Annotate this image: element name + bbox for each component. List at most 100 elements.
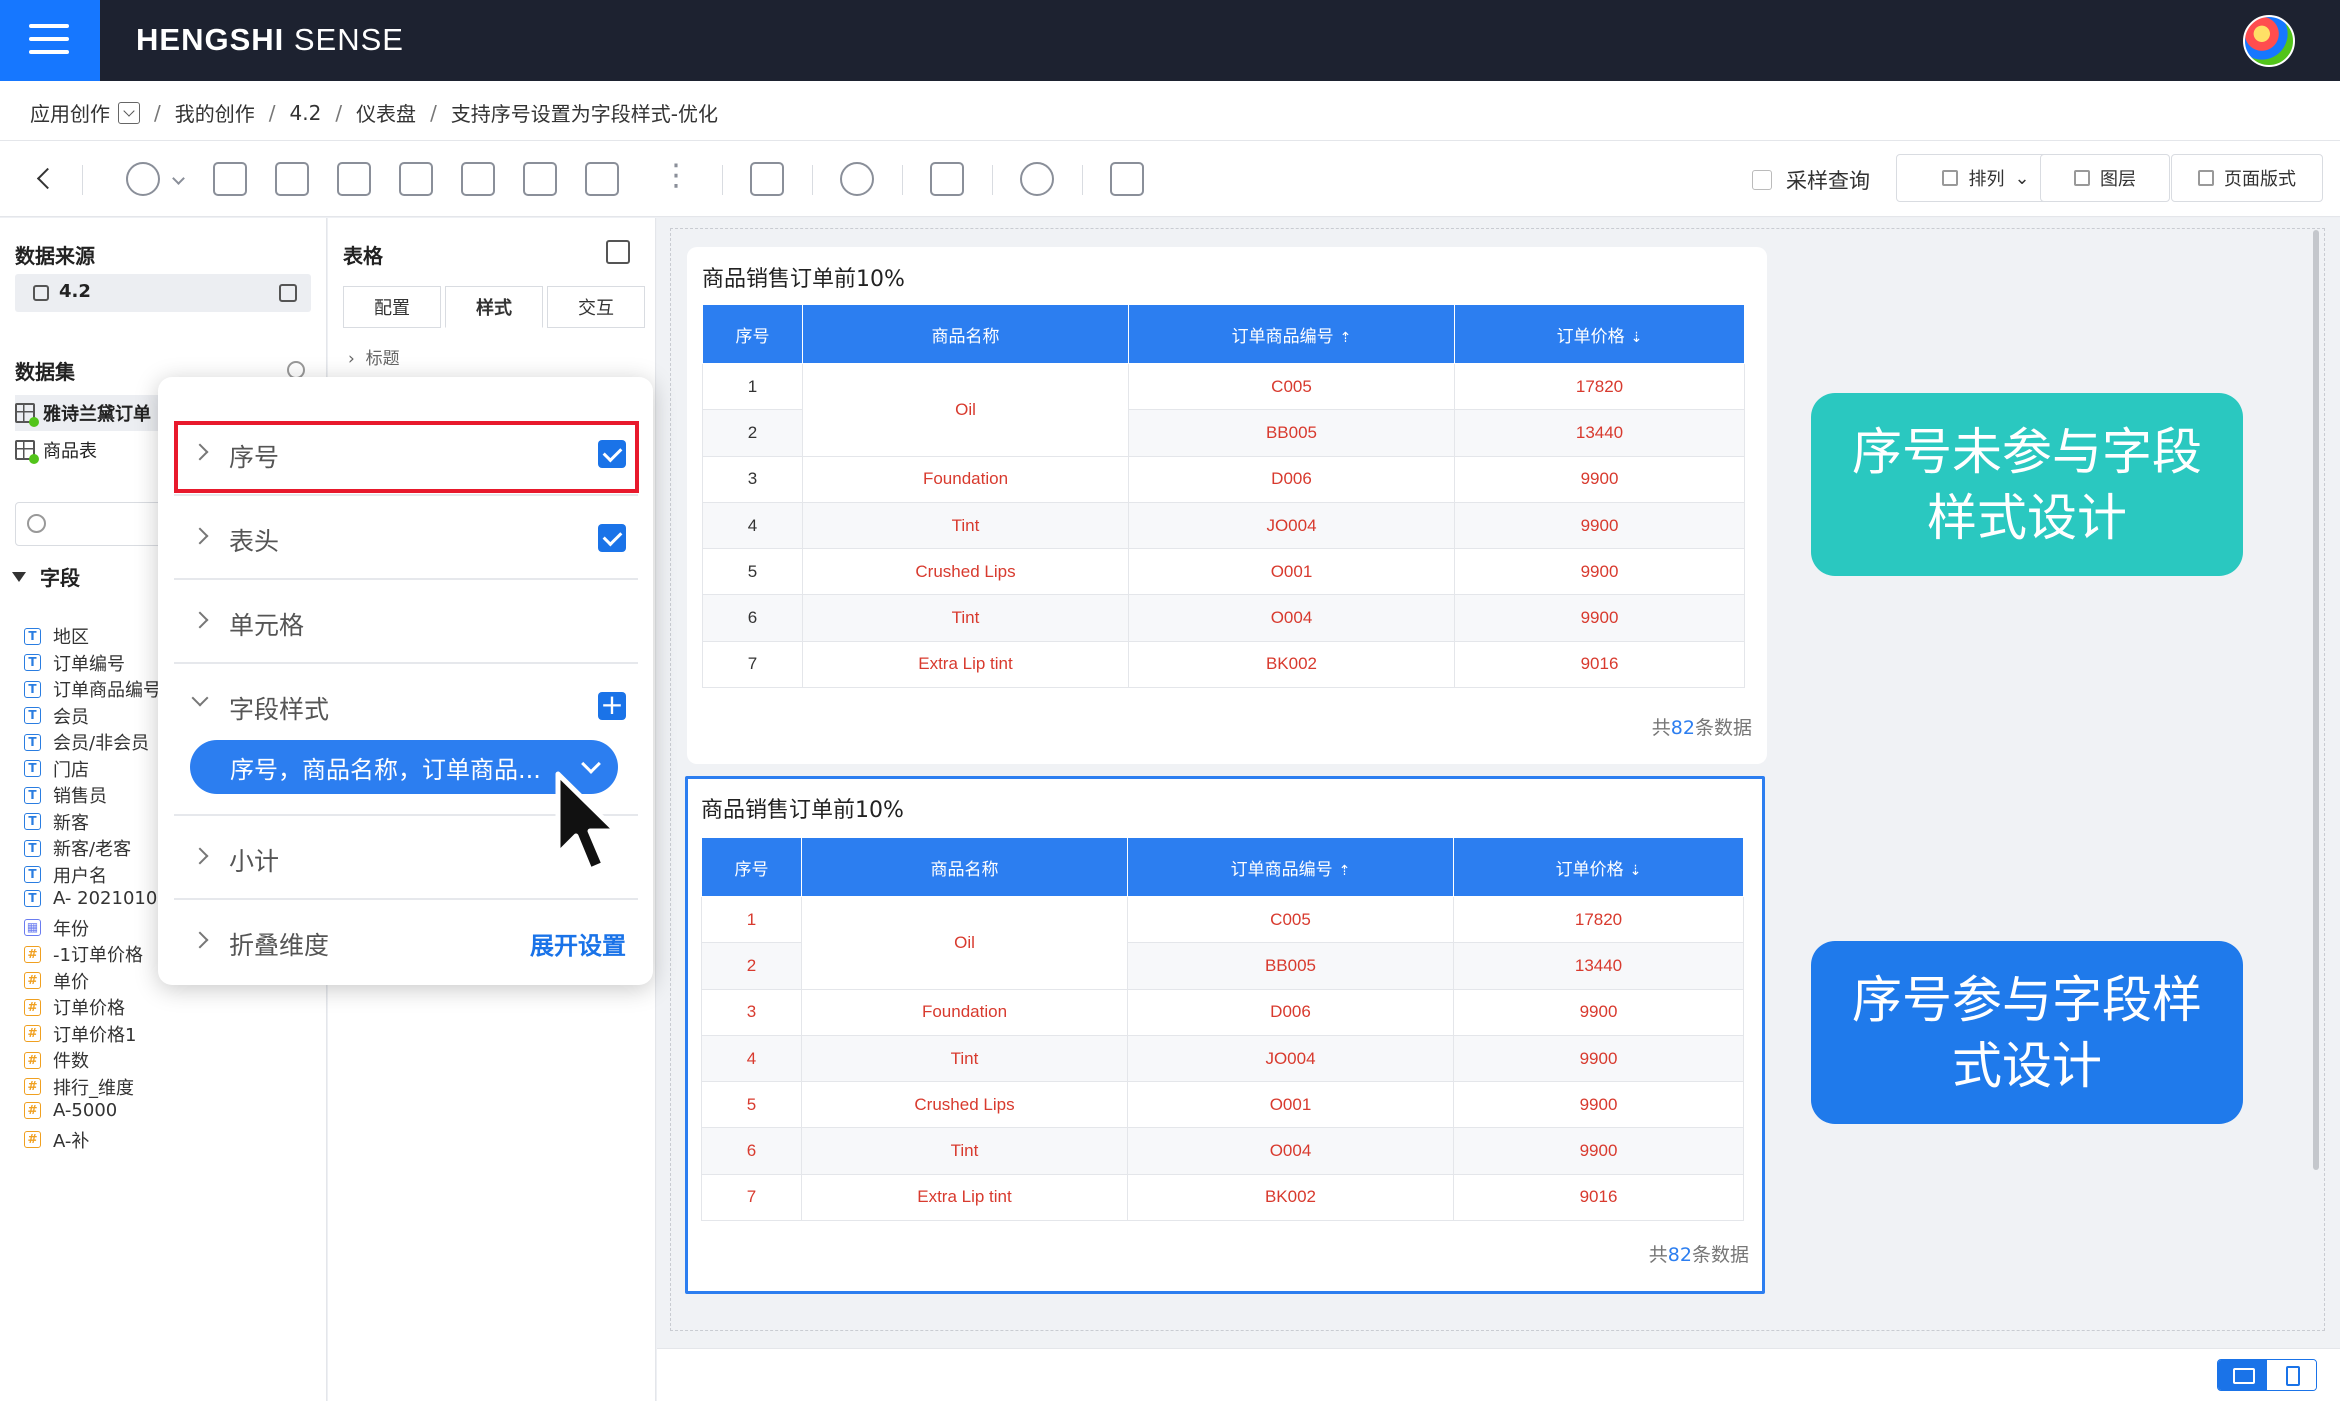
field-item[interactable]: T 门店: [24, 756, 89, 782]
row-cell[interactable]: 单元格: [174, 580, 638, 664]
tab-style[interactable]: 样式: [445, 286, 543, 328]
user-avatar[interactable]: [2243, 15, 2295, 67]
field-item[interactable]: T 地区: [24, 623, 89, 649]
table-cell: O004: [1127, 1127, 1454, 1175]
field-item[interactable]: # 单价: [24, 968, 89, 994]
dataset-item[interactable]: 雅诗兰黛订单: [15, 395, 165, 431]
column-header[interactable]: 订单价格 ⇣: [1454, 304, 1745, 364]
header-checkbox[interactable]: [598, 524, 626, 552]
table-total: 共82条数据: [1648, 1244, 1749, 1266]
table-cell: O001: [1128, 548, 1455, 596]
row-fold-dimension[interactable]: 折叠维度 展开设置: [174, 900, 638, 984]
expand-settings-link[interactable]: 展开设置: [530, 926, 626, 961]
sort-icon[interactable]: ⇣: [1631, 329, 1643, 346]
field-item[interactable]: T 新客: [24, 809, 89, 835]
field-item[interactable]: T 销售员: [24, 782, 107, 808]
tab-config[interactable]: 配置: [343, 286, 441, 328]
data-source-selector[interactable]: 4.2: [15, 274, 311, 312]
table-cell: 9900: [1453, 988, 1744, 1036]
field-item[interactable]: T 订单商品编号: [24, 676, 161, 702]
page-style-button[interactable]: 页面版式: [2171, 154, 2323, 202]
refresh-icon[interactable]: [840, 162, 874, 196]
breadcrumb-dashboard[interactable]: 仪表盘: [356, 98, 416, 127]
column-header[interactable]: 订单商品编号 ⇡: [1128, 304, 1455, 364]
table-card[interactable]: 商品销售订单前10% 序号 商品名称 订单商品编号 ⇡ 订单价格 ⇣ 1 Oil C005 178…: [687, 247, 1767, 764]
more-icon[interactable]: [655, 158, 691, 196]
field-item[interactable]: # 订单价格: [24, 994, 125, 1020]
dataset-title: 数据集: [15, 360, 75, 384]
sample-query-label: 采样查询: [1786, 169, 1870, 193]
field-item[interactable]: T 会员/非会员: [24, 729, 149, 755]
row-header[interactable]: 表头: [174, 496, 638, 580]
sample-query-checkbox[interactable]: [1752, 170, 1772, 190]
layers-button[interactable]: 图层: [2040, 154, 2170, 202]
hamburger-menu-icon[interactable]: [0, 0, 100, 81]
back-icon[interactable]: [30, 163, 60, 193]
column-header[interactable]: 订单商品编号 ⇡: [1127, 837, 1454, 897]
image-icon[interactable]: [213, 162, 247, 196]
section-title[interactable]: › 标题: [348, 344, 400, 369]
field-item[interactable]: T 会员: [24, 703, 89, 729]
text-field-icon: T: [24, 707, 41, 724]
column-header[interactable]: 序号: [702, 304, 803, 364]
field-item[interactable]: T A- 20210101: [24, 888, 169, 909]
share-icon[interactable]: [1020, 162, 1054, 196]
breadcrumb-app-name[interactable]: 4.2: [290, 101, 322, 125]
export-icon[interactable]: [1110, 162, 1144, 196]
chevron-down-icon: ⌄: [2014, 167, 2030, 189]
table-cell: 9900: [1454, 548, 1745, 596]
field-search-input[interactable]: [15, 502, 165, 546]
number-field-icon: #: [24, 1131, 41, 1148]
field-item[interactable]: # A-5000: [24, 1100, 117, 1121]
column-header[interactable]: 商品名称: [801, 837, 1128, 897]
field-item[interactable]: T 新客/老客: [24, 835, 131, 861]
canvas-scrollbar[interactable]: [2313, 230, 2319, 1170]
form-icon[interactable]: [461, 162, 495, 196]
desktop-view-icon[interactable]: [2218, 1360, 2267, 1390]
sort-icon[interactable]: ⇡: [1339, 862, 1351, 879]
fields-group-header[interactable]: 字段: [12, 562, 80, 591]
fullscreen-icon[interactable]: [930, 162, 964, 196]
tab-interaction[interactable]: 交互: [547, 286, 645, 328]
breadcrumb-app[interactable]: 应用创作: [30, 98, 110, 127]
field-item[interactable]: # 订单价格1: [24, 1021, 136, 1047]
field-item[interactable]: # 件数: [24, 1047, 89, 1073]
breadcrumb-my-creation[interactable]: 我的创作: [175, 98, 255, 127]
rich-text-icon[interactable]: [337, 162, 371, 196]
field-item[interactable]: # -1订单价格: [24, 941, 143, 967]
text-icon[interactable]: [275, 162, 309, 196]
excel-icon[interactable]: [606, 240, 630, 264]
field-item[interactable]: ▦ 年份: [24, 915, 89, 941]
column-header[interactable]: 序号: [701, 837, 802, 897]
add-icon[interactable]: +: [598, 691, 626, 720]
presentation-icon[interactable]: [750, 162, 784, 196]
field-item[interactable]: # 排行_维度: [24, 1074, 134, 1100]
dataset-item[interactable]: 商品表: [15, 432, 165, 468]
column-header[interactable]: 商品名称: [802, 304, 1129, 364]
note-index-included: 序号参与字段样式设计: [1811, 941, 2243, 1124]
field-item[interactable]: T 用户名: [24, 862, 107, 888]
table-card-selected[interactable]: 商品销售订单前10% 序号 商品名称 订单商品编号 ⇡ 订单价格 ⇣ 1 Oil C005 178…: [685, 776, 1765, 1294]
sort-icon[interactable]: ⇣: [1630, 862, 1642, 879]
chevron-down-icon[interactable]: [118, 101, 140, 124]
switch-source-icon[interactable]: [279, 284, 297, 302]
sort-icon[interactable]: ⇡: [1340, 329, 1352, 346]
table-row: 6 Tint O004 9900: [701, 1127, 1744, 1175]
chart-add-icon[interactable]: [126, 162, 160, 196]
filter-add-icon[interactable]: [523, 162, 557, 196]
column-header[interactable]: 订单价格 ⇣: [1453, 837, 1744, 897]
table-cell: Tint: [801, 1034, 1128, 1083]
device-view-toggle[interactable]: [2217, 1359, 2317, 1391]
table-cell: 17820: [1453, 895, 1744, 944]
data-table: 序号 商品名称 订单商品编号 ⇡ 订单价格 ⇣ 1 Oil C005 17820 2 BB005 134…: [701, 837, 1744, 1222]
field-item[interactable]: # A-补: [24, 1127, 89, 1153]
table-cell: O004: [1128, 594, 1455, 642]
mobile-view-icon[interactable]: [2267, 1360, 2316, 1390]
field-item[interactable]: T 订单编号: [24, 650, 125, 676]
chevron-down-icon[interactable]: [172, 172, 185, 185]
table-icon[interactable]: [585, 162, 619, 196]
align-icon: [1942, 170, 1959, 186]
table-cell: 17820: [1454, 362, 1745, 411]
component-icon[interactable]: [399, 162, 433, 196]
number-field-icon: #: [24, 1051, 41, 1069]
